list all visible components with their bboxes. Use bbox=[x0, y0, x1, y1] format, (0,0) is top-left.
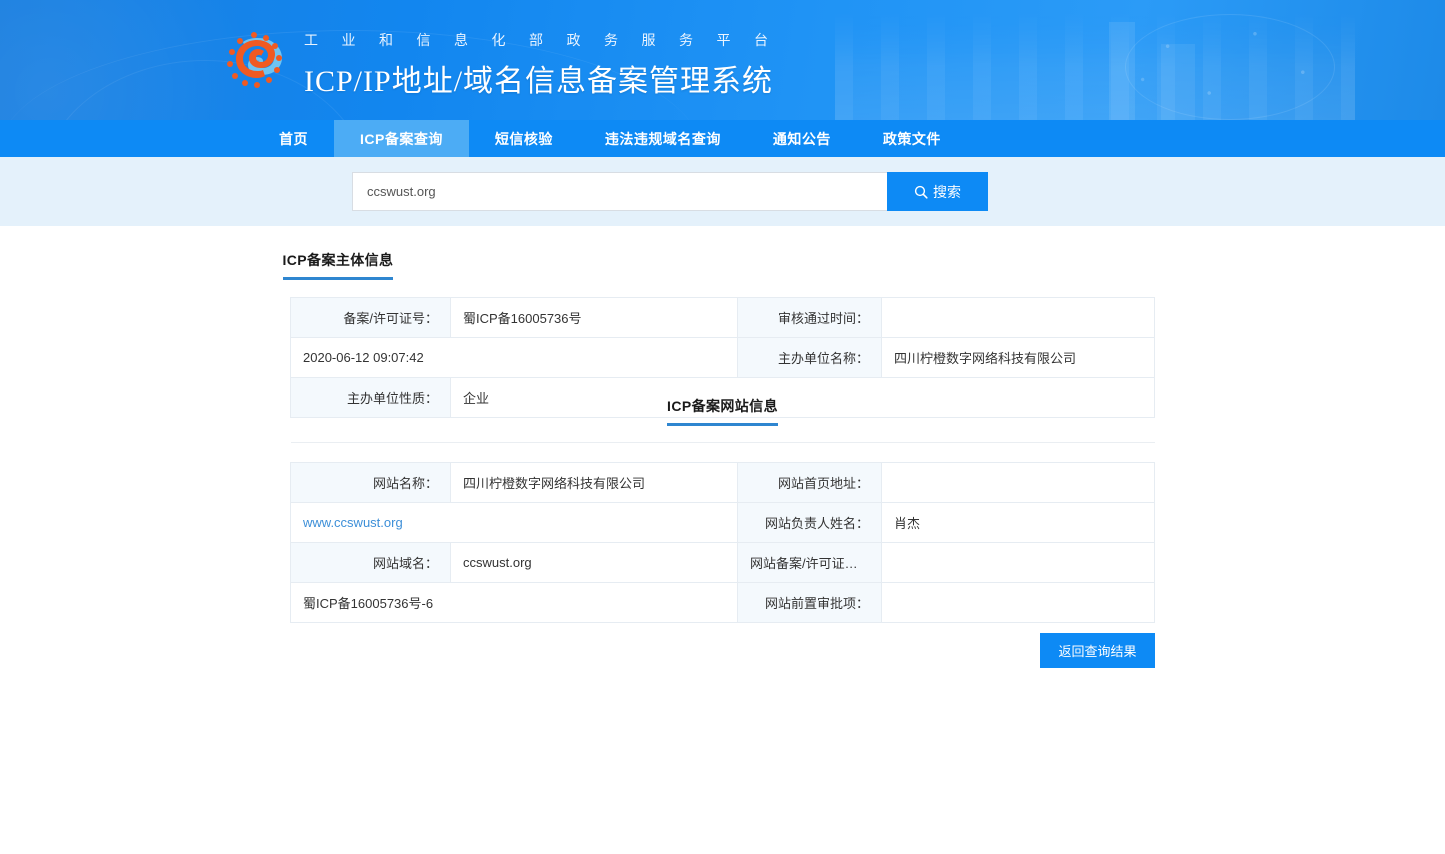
cell-value-homepage-url-actual: www.ccswust.org bbox=[290, 502, 738, 543]
homepage-link[interactable]: www.ccswust.org bbox=[303, 515, 403, 530]
cell-value-sponsor-name: 四川柠橙数字网络科技有限公司 bbox=[881, 337, 1155, 378]
nav-item-3[interactable]: 违法违规域名查询 bbox=[579, 120, 747, 157]
cell-value-site-manager: 肖杰 bbox=[881, 502, 1155, 543]
section-divider bbox=[290, 442, 1155, 443]
site-header: 工 业 和 信 息 化 部 政 务 服 务 平 台 ICP/IP地址/域名信息备… bbox=[0, 0, 1445, 120]
cell-value-site-name: 四川柠橙数字网络科技有限公司 bbox=[450, 462, 738, 503]
cell-label-approval-time: 审核通过时间： bbox=[737, 297, 882, 338]
cell-label-homepage-url: 网站首页地址： bbox=[737, 462, 882, 503]
search-input[interactable] bbox=[352, 172, 887, 211]
site-section-title: ICP备案网站信息 bbox=[667, 396, 778, 426]
cell-value-site-record-number bbox=[881, 542, 1155, 583]
content-wrap: ICP备案主体信息 备案/许可证号： 蜀ICP备16005736号 审核通过时间… bbox=[282, 250, 1163, 668]
nav-item-5[interactable]: 政策文件 bbox=[857, 120, 967, 157]
site-info-table: 网站名称： 四川柠橙数字网络科技有限公司 网站首页地址： www.ccswust… bbox=[290, 462, 1155, 623]
content-area: ICP备案主体信息 备案/许可证号： 蜀ICP备16005736号 审核通过时间… bbox=[0, 250, 1445, 668]
main-navigation: 首页 ICP备案查询 短信核验 违法违规域名查询 通知公告 政策文件 bbox=[0, 120, 1445, 157]
cell-label-sponsor-name: 主办单位名称： bbox=[737, 337, 882, 378]
action-row: 返回查询结果 bbox=[291, 633, 1155, 668]
cell-label-site-name: 网站名称： bbox=[290, 462, 451, 503]
table-row: 网站名称： 四川柠橙数字网络科技有限公司 网站首页地址： bbox=[290, 462, 1155, 503]
header-decoration-tower-b bbox=[1161, 44, 1195, 120]
page-title: ICP/IP地址/域名信息备案管理系统 bbox=[304, 65, 774, 98]
cell-value-approval-time-actual: 2020-06-12 09:07:42 bbox=[290, 337, 738, 378]
table-row: www.ccswust.org 网站负责人姓名： 肖杰 bbox=[290, 502, 1155, 543]
nav-item-1[interactable]: ICP备案查询 bbox=[334, 120, 469, 157]
miit-spiral-gear-logo-icon bbox=[224, 28, 290, 94]
cell-value-preapproval bbox=[881, 582, 1155, 623]
cell-value-record-number: 蜀ICP备16005736号 bbox=[450, 297, 738, 338]
table-row: 蜀ICP备16005736号-6 网站前置审批项： bbox=[290, 582, 1155, 623]
subject-section-title: ICP备案主体信息 bbox=[282, 250, 394, 280]
nav-item-0[interactable]: 首页 bbox=[253, 120, 334, 157]
cell-value-approval-time bbox=[881, 297, 1155, 338]
nav-item-4[interactable]: 通知公告 bbox=[747, 120, 857, 157]
table-row: 网站域名： ccswust.org 网站备案/许可证号： bbox=[290, 542, 1155, 583]
cell-label-site-manager: 网站负责人姓名： bbox=[737, 502, 882, 543]
table-row: 2020-06-12 09:07:42 主办单位名称： 四川柠橙数字网络科技有限… bbox=[290, 337, 1155, 378]
cell-label-record-number: 备案/许可证号： bbox=[290, 297, 451, 338]
header-decoration-tower-a bbox=[1109, 22, 1135, 120]
table-row: 备案/许可证号： 蜀ICP备16005736号 审核通过时间： bbox=[290, 297, 1155, 338]
nav-item-2[interactable]: 短信核验 bbox=[469, 120, 579, 157]
subject-section-header: ICP备案主体信息 bbox=[282, 250, 1163, 280]
search-button[interactable]: 搜索 bbox=[887, 172, 988, 211]
cell-label-site-domain: 网站域名： bbox=[290, 542, 451, 583]
header-brand: 工 业 和 信 息 化 部 政 务 服 务 平 台 ICP/IP地址/域名信息备… bbox=[224, 22, 778, 100]
cell-value-site-record-number-actual: 蜀ICP备16005736号-6 bbox=[290, 582, 738, 623]
cell-value-site-domain: ccswust.org bbox=[450, 542, 738, 583]
search-button-label: 搜索 bbox=[933, 183, 961, 200]
header-decoration-cityscape bbox=[835, 0, 1355, 120]
header-decoration-network bbox=[1125, 14, 1335, 120]
cell-value-homepage-url bbox=[881, 462, 1155, 503]
search-icon bbox=[914, 185, 928, 199]
search-band: 搜索 bbox=[0, 157, 1445, 226]
cell-label-site-record-number: 网站备案/许可证号： bbox=[737, 542, 882, 583]
header-subtitle: 工 业 和 信 息 化 部 政 务 服 务 平 台 bbox=[304, 34, 778, 49]
return-to-results-button[interactable]: 返回查询结果 bbox=[1040, 633, 1155, 668]
cell-label-preapproval: 网站前置审批项： bbox=[737, 582, 882, 623]
